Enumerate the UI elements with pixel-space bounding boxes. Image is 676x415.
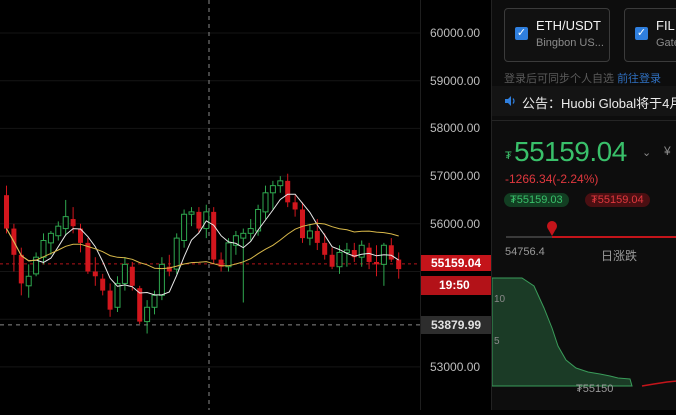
candle-body xyxy=(314,230,320,243)
depth-tick: 10 xyxy=(494,294,506,305)
candle-body xyxy=(92,271,98,277)
ask-price-badge: ₮55159.04 xyxy=(585,193,650,207)
candle-body xyxy=(300,209,305,239)
candle-body xyxy=(262,192,269,213)
chart-canvas[interactable] xyxy=(0,0,420,410)
candle-body xyxy=(292,202,298,210)
candle-body xyxy=(151,294,158,308)
candle-body xyxy=(25,275,32,287)
candle-body xyxy=(211,211,217,260)
range-caption: 日涨跌 xyxy=(601,249,638,263)
currency-switch[interactable]: ¥ xyxy=(664,144,671,158)
price-axis: 60000.00 59000.00 58000.00 57000.00 56000.00… xyxy=(420,0,491,410)
candle-body xyxy=(247,228,254,234)
price-tick-label: 53000.00 xyxy=(430,359,481,374)
card-exchange: Bingbon US... xyxy=(536,37,604,49)
card-exchange: Gate xyxy=(656,37,676,49)
candle-body xyxy=(107,290,113,310)
candle-body xyxy=(196,211,202,229)
candle-body xyxy=(329,254,335,267)
watchlist-card-eth[interactable]: ✓ ETH/USDT Bingbon US... xyxy=(504,8,610,62)
candle-body xyxy=(336,251,343,268)
login-link[interactable]: 前往登录 xyxy=(617,73,661,85)
depth-tick: 5 xyxy=(494,336,500,347)
candle-body xyxy=(374,261,379,265)
price-change: -1266.34(-2.24%) xyxy=(505,172,599,186)
watchlist-card-fil[interactable]: ✓ FIL Gate xyxy=(624,8,676,62)
candle-body xyxy=(269,185,276,194)
candle-body xyxy=(144,306,151,323)
current-price: 55159.04 xyxy=(514,136,627,167)
candle-body xyxy=(366,247,372,262)
price-tick-label: 56000.00 xyxy=(430,216,481,231)
range-fill xyxy=(552,236,676,238)
speaker-icon xyxy=(505,96,515,106)
card-title: FIL xyxy=(656,18,675,33)
range-low: 54756.4 xyxy=(505,246,545,258)
candle-body xyxy=(129,266,135,286)
candlestick-chart[interactable] xyxy=(0,0,420,410)
price-tick-label: 58000.00 xyxy=(430,121,481,136)
candle-body xyxy=(100,278,106,291)
candle-body xyxy=(173,237,180,270)
candle-body xyxy=(18,254,24,284)
candle-body xyxy=(388,245,394,260)
sync-hint-text: 登录后可同步个人自选 xyxy=(504,73,614,85)
price-tick-label: 60000.00 xyxy=(430,26,481,40)
last-price-tag: 55159.04 xyxy=(421,255,491,271)
candle-body xyxy=(188,211,195,215)
market-info-panel: ✓ ETH/USDT Bingbon US... ✓ FIL Gate 登录后可… xyxy=(491,0,676,410)
price-tick-label: 57000.00 xyxy=(430,169,481,184)
candle-body xyxy=(203,211,210,230)
bid-price-badge: ₮55159.03 xyxy=(504,193,569,207)
candle-body xyxy=(55,225,62,237)
crosshair-price-tag: 53879.99 xyxy=(421,316,491,334)
sync-hint: 登录后可同步个人自选 前往登录 xyxy=(504,70,661,86)
announcement-bar[interactable]: 公告：Huobi Global将于4月 xyxy=(492,86,676,116)
candle-body xyxy=(240,232,247,239)
candle-body xyxy=(396,259,402,270)
candle-body xyxy=(277,180,284,187)
currency-symbol: ₮ xyxy=(505,150,512,162)
ask-depth-line xyxy=(641,380,676,387)
candle-body xyxy=(62,216,69,230)
check-icon[interactable]: ✓ xyxy=(635,27,648,40)
announcement-text: 公告：Huobi Global将于4月 xyxy=(522,96,676,111)
price-tick-label: 59000.00 xyxy=(430,73,481,88)
candle-body xyxy=(70,219,76,227)
candle-body xyxy=(306,230,313,239)
check-icon[interactable]: ✓ xyxy=(515,27,528,40)
range-track xyxy=(506,236,552,238)
candle-body xyxy=(40,239,47,258)
candle-body xyxy=(285,180,291,203)
range-marker-tip xyxy=(547,228,557,236)
candle-body xyxy=(358,244,365,258)
card-title: ETH/USDT xyxy=(536,18,601,33)
candle-body xyxy=(4,195,9,229)
daily-range-bar xyxy=(506,221,676,238)
candle-body xyxy=(322,242,328,255)
divider xyxy=(492,120,676,121)
bid-depth-area xyxy=(492,277,633,387)
countdown-tag: 19:50 xyxy=(421,276,491,295)
candle-body xyxy=(121,263,128,284)
candle-body xyxy=(181,213,188,241)
candle-body xyxy=(225,242,232,268)
chevron-down-icon[interactable]: ⌄ xyxy=(642,146,651,159)
candle-body xyxy=(114,282,121,308)
candle-body xyxy=(47,232,54,244)
depth-price-label: ₮55150 xyxy=(576,383,614,395)
